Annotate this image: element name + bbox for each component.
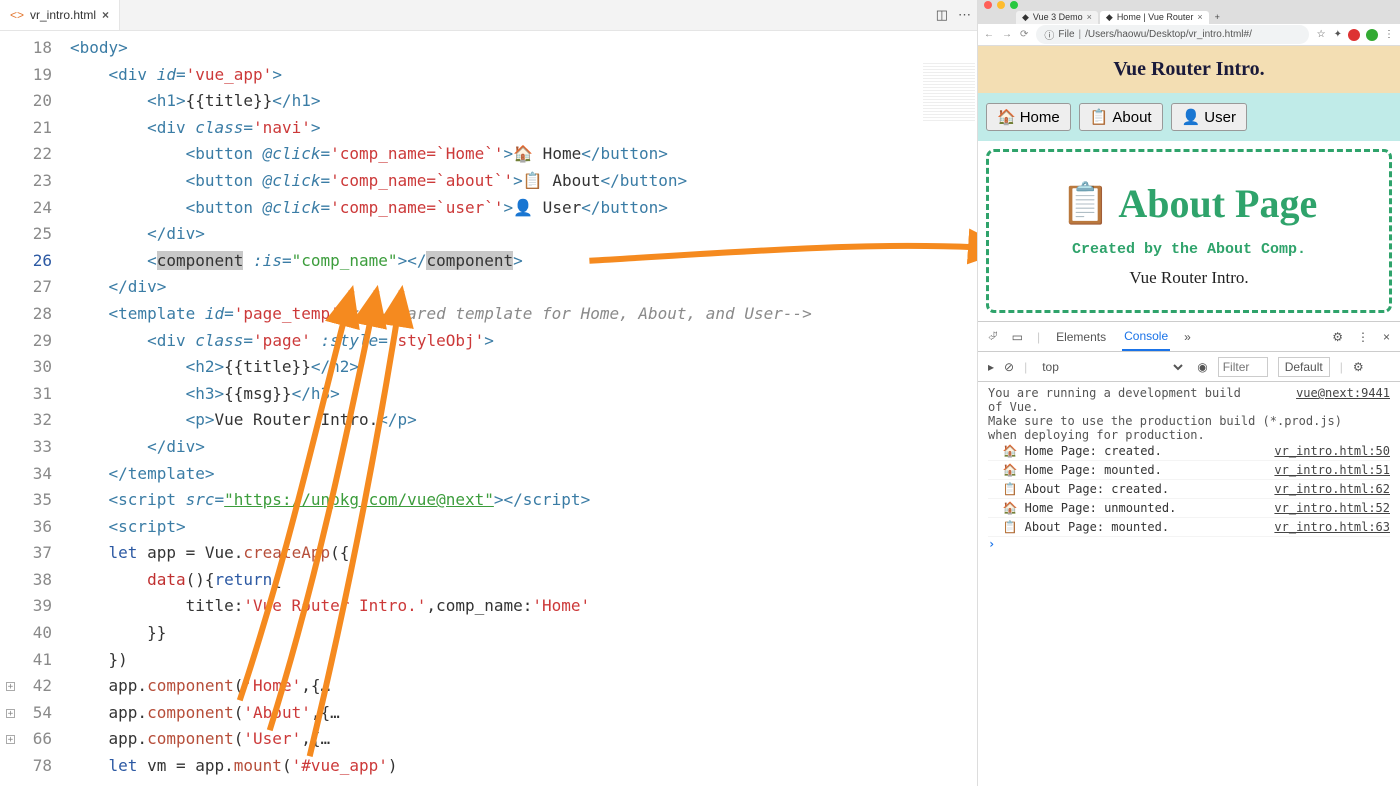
console-row[interactable]: 🏠 Home Page: created.vr_intro.html:50 <box>988 442 1390 461</box>
browser-tab[interactable]: ◆Vue 3 Demo× <box>1016 11 1098 24</box>
window-minimize-icon[interactable] <box>997 1 1005 9</box>
editor-tab[interactable]: <> vr_intro.html × <box>0 0 120 30</box>
window-controls <box>978 0 1400 10</box>
editor-pane: <> vr_intro.html × ◫ ⋯ 18192021222324252… <box>0 0 978 786</box>
editor-tabbar: <> vr_intro.html × ◫ ⋯ <box>0 0 977 31</box>
split-editor-icon[interactable]: ◫ <box>936 7 948 23</box>
tab-console[interactable]: Console <box>1122 323 1170 351</box>
card-subtitle: Created by the About Comp. <box>999 241 1379 258</box>
level-select[interactable]: Default <box>1278 357 1330 377</box>
devtools-tabbar: ⮰ ▭ | Elements Console » ⚙ ⋮ × <box>978 322 1400 352</box>
new-tab-button[interactable]: + <box>1211 12 1224 22</box>
url-box[interactable]: ⓘ File | /Users/haowu/Desktop/vr_intro.h… <box>1036 25 1308 44</box>
address-bar: ← → ⟳ ⓘ File | /Users/haowu/Desktop/vr_i… <box>978 24 1400 46</box>
tab-elements[interactable]: Elements <box>1054 324 1108 350</box>
browser-tab[interactable]: ◆Home | Vue Router× <box>1100 11 1209 24</box>
devtools-close-icon[interactable]: × <box>1383 330 1390 344</box>
console-toolbar: ▸ ⊘ | top ◉ Default | ⚙ <box>978 352 1400 382</box>
kebab-icon[interactable]: ⋮ <box>1357 330 1369 344</box>
nav-button-user[interactable]: 👤User <box>1171 103 1247 131</box>
code-area[interactable]: <body> <div id='vue_app'> <h1>{{title}}<… <box>70 31 977 786</box>
forward-icon[interactable]: → <box>1002 29 1012 40</box>
filter-input[interactable] <box>1218 357 1268 377</box>
minimap[interactable] <box>923 63 975 123</box>
page-banner: Vue Router Intro. <box>978 46 1400 93</box>
page-content: 📋 About Page Created by the About Comp. … <box>978 141 1400 321</box>
extension-badge-red[interactable] <box>1348 29 1360 41</box>
settings-icon[interactable]: ⚙ <box>1332 330 1343 344</box>
card-title: 📋 About Page <box>999 180 1379 227</box>
extensions-icon[interactable]: ✦ <box>1334 29 1342 40</box>
console-log[interactable]: vue@next:9441You are running a developme… <box>978 382 1400 786</box>
close-tab-icon[interactable]: × <box>102 8 109 22</box>
url-path: /Users/haowu/Desktop/vr_intro.html#/ <box>1085 29 1252 40</box>
context-select[interactable]: top <box>1037 356 1187 378</box>
clear-icon[interactable]: ⊘ <box>1004 360 1014 374</box>
window-zoom-icon[interactable] <box>1010 1 1018 9</box>
console-row[interactable]: 📋 About Page: mounted.vr_intro.html:63 <box>988 518 1390 537</box>
rendered-page: Vue Router Intro. 🏠Home 📋About 👤User 📋 Abo… <box>978 46 1400 321</box>
card-icon: 📋 <box>1061 181 1111 226</box>
devtools: ⮰ ▭ | Elements Console » ⚙ ⋮ × ▸ ⊘ | top… <box>978 321 1400 786</box>
reload-icon[interactable]: ⟳ <box>1020 29 1028 40</box>
line-gutter: 1819202122232425262728293031323334353637… <box>0 31 70 786</box>
menu-icon[interactable]: ⋮ <box>1384 29 1394 40</box>
console-row[interactable]: 📋 About Page: created.vr_intro.html:62 <box>988 480 1390 499</box>
console-settings-icon[interactable]: ⚙ <box>1353 360 1364 374</box>
extensions: ✦ ⋮ <box>1334 29 1394 41</box>
more-icon[interactable]: ⋯ <box>958 7 971 23</box>
browser-tabbar: ◆Vue 3 Demo×◆Home | Vue Router×+ <box>978 10 1400 24</box>
console-row[interactable]: 🏠 Home Page: unmounted.vr_intro.html:52 <box>988 499 1390 518</box>
scheme-icon: ⓘ <box>1044 27 1054 42</box>
window-close-icon[interactable] <box>984 1 992 9</box>
device-icon[interactable]: ▭ <box>1012 330 1023 344</box>
editor-tab-filename: vr_intro.html <box>30 8 96 22</box>
nav-button-home[interactable]: 🏠Home <box>986 103 1071 131</box>
card-body: Vue Router Intro. <box>999 268 1379 288</box>
star-icon[interactable]: ☆ <box>1317 29 1326 40</box>
extension-badge-green[interactable] <box>1366 29 1378 41</box>
console-row[interactable]: 🏠 Home Page: mounted.vr_intro.html:51 <box>988 461 1390 480</box>
inspect-icon[interactable]: ⮰ <box>988 329 998 344</box>
more-tabs-icon[interactable]: » <box>1184 330 1191 344</box>
editor-toolbar: ◫ ⋯ <box>936 0 971 30</box>
page-nav: 🏠Home 📋About 👤User <box>978 93 1400 141</box>
eye-icon[interactable]: ◉ <box>1197 360 1207 374</box>
editor-body[interactable]: 1819202122232425262728293031323334353637… <box>0 31 977 786</box>
html-file-icon: <> <box>10 8 24 22</box>
play-icon[interactable]: ▸ <box>988 360 994 374</box>
nav-button-about[interactable]: 📋About <box>1079 103 1163 131</box>
url-scheme: File <box>1058 29 1074 40</box>
browser-pane: ◆Vue 3 Demo×◆Home | Vue Router×+ ← → ⟳ ⓘ… <box>978 0 1400 786</box>
back-icon[interactable]: ← <box>984 29 994 40</box>
about-card: 📋 About Page Created by the About Comp. … <box>986 149 1392 313</box>
